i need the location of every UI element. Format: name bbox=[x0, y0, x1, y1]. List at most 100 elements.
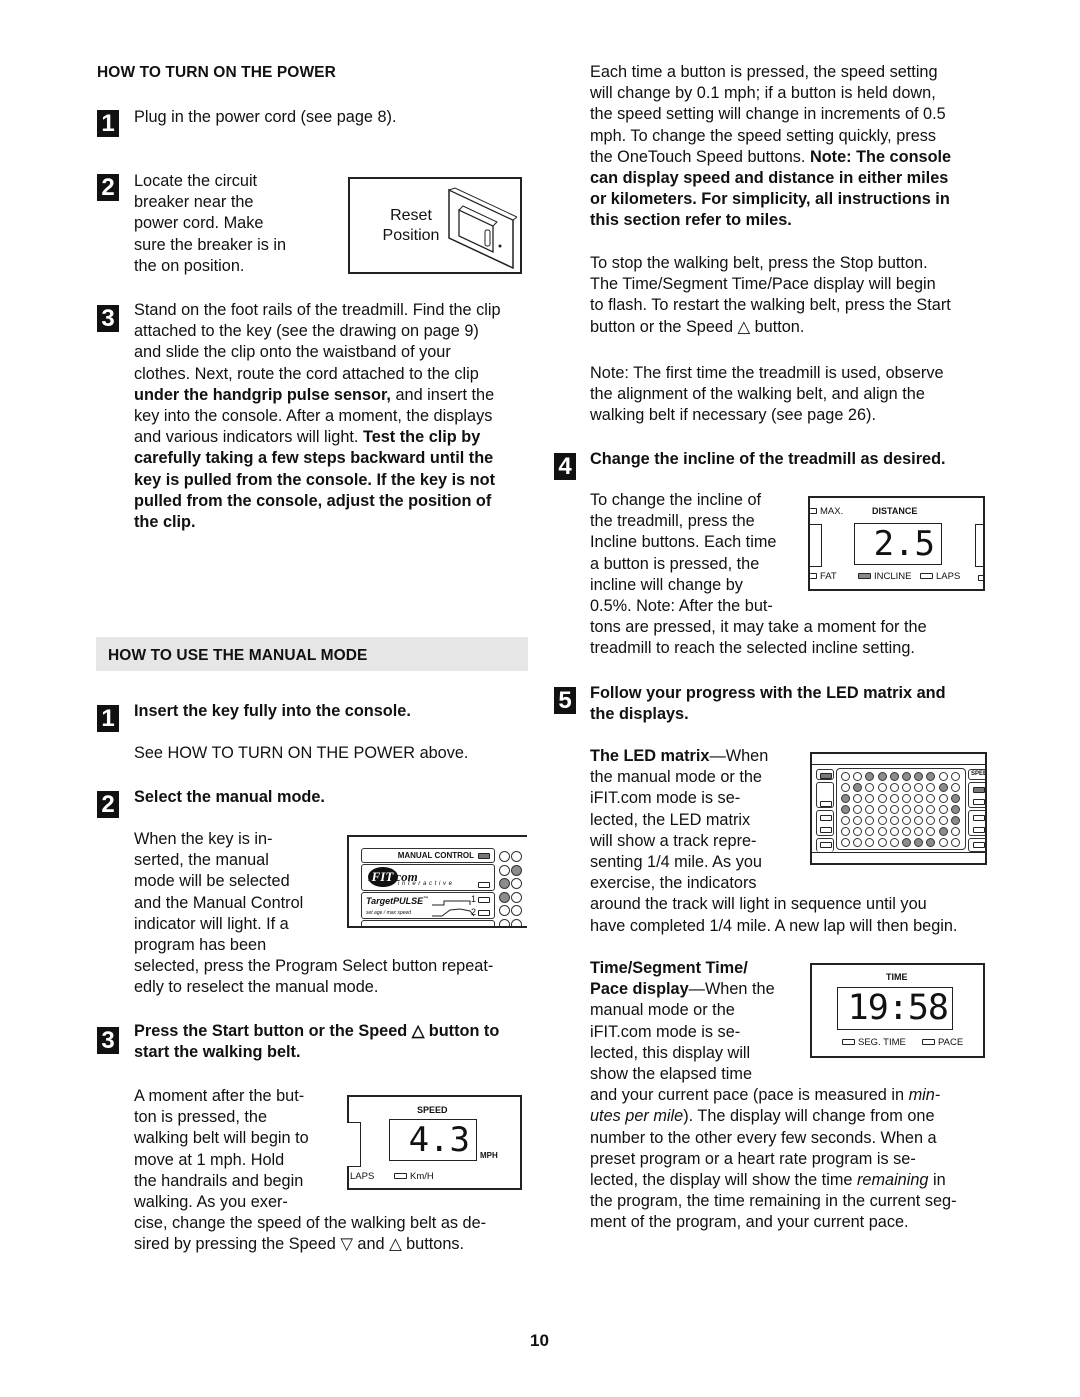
led-dot bbox=[841, 783, 850, 792]
text-line: show the elapsed time bbox=[590, 1065, 753, 1084]
text-line: the clip. bbox=[134, 513, 196, 532]
led-dot bbox=[853, 827, 863, 836]
led-dot bbox=[877, 838, 887, 847]
text: in bbox=[928, 1171, 946, 1190]
fat-label: FAT bbox=[810, 571, 837, 582]
led-dot bbox=[889, 827, 899, 836]
led-dot bbox=[841, 827, 850, 836]
indicator bbox=[973, 827, 985, 833]
text-line: Locate the circuit bbox=[134, 172, 258, 190]
targetpulse-text: TargetPULSE bbox=[366, 896, 424, 906]
text-line: To stop the walking belt, press the Stop… bbox=[590, 254, 928, 272]
led-dot bbox=[865, 827, 875, 836]
text-line: selected, press the Program Select butto… bbox=[134, 957, 494, 976]
text-line: cise, change the speed of the walking be… bbox=[134, 1214, 487, 1233]
speed-value: 4.3 bbox=[408, 1120, 470, 1160]
led-dot bbox=[499, 891, 510, 903]
targetpulse-panel: TargetPULSE™ set age / max speed 1 2 bbox=[361, 892, 495, 919]
led-dot bbox=[914, 838, 924, 847]
pace-indicator bbox=[922, 1039, 935, 1046]
laps-text: LAPS bbox=[936, 571, 961, 582]
reset-position-figure: Reset Position bbox=[348, 177, 522, 274]
note-paragraph: Note: The first time the treadmill is us… bbox=[590, 363, 944, 427]
time-title: TIME bbox=[886, 972, 908, 982]
text-line: sure the breaker is in bbox=[134, 235, 287, 254]
indicator bbox=[820, 827, 832, 833]
text-line: button or the Speed △ button. bbox=[590, 317, 805, 336]
right-button bbox=[968, 782, 985, 808]
led-dot bbox=[853, 816, 863, 825]
text-line: Note: The first time the treadmill is us… bbox=[590, 364, 944, 382]
led-dot bbox=[889, 772, 899, 781]
fat-indicator bbox=[810, 573, 817, 580]
led-dot bbox=[865, 816, 875, 825]
text-line: key into the console. After a moment, th… bbox=[134, 407, 493, 426]
led-dot bbox=[926, 783, 936, 792]
manual-step1-title: Insert the key fully into the console. bbox=[134, 702, 411, 720]
bold-text: under the handgrip pulse sensor, bbox=[134, 385, 391, 404]
text-line: this section refer to miles. bbox=[590, 211, 792, 230]
indicator bbox=[973, 815, 985, 821]
led-dot bbox=[926, 805, 936, 814]
led-dot bbox=[902, 838, 911, 847]
text-line: have completed 1/4 mile. A new lap will … bbox=[590, 916, 958, 935]
fat-text: FAT bbox=[820, 571, 837, 582]
distance-lcd: 2.5 bbox=[854, 523, 942, 565]
led-dot bbox=[865, 805, 875, 814]
right-window bbox=[975, 524, 983, 567]
incline-indicator bbox=[858, 573, 871, 580]
text: the OneTouch Speed buttons. bbox=[590, 147, 810, 166]
text-line: and your current pace (pace is measured … bbox=[590, 1085, 957, 1106]
pace-label: PACE bbox=[922, 1037, 963, 1048]
led-dot bbox=[914, 827, 924, 836]
text-line: carefully taking a few steps backward un… bbox=[134, 449, 494, 468]
led-dot bbox=[853, 838, 863, 847]
ifit-indicator bbox=[478, 882, 490, 888]
led-dot bbox=[950, 805, 960, 814]
bold-text: Note: The console bbox=[809, 147, 952, 166]
power-heading: HOW TO TURN ON THE POWER bbox=[97, 64, 336, 81]
kmh-indicator bbox=[394, 1173, 407, 1180]
bold-text: Pace display bbox=[590, 980, 689, 999]
text-line: exercise, the indicators bbox=[590, 874, 757, 893]
manual-control-panel: MANUAL CONTROL bbox=[361, 848, 495, 863]
text-line: power cord. Make bbox=[134, 214, 264, 233]
led-dot bbox=[950, 827, 960, 836]
text-line: the program, the time remaining in the c… bbox=[590, 1192, 957, 1211]
step-number: 1 bbox=[97, 110, 119, 137]
speed-display-figure: SPEED 4.3 MPH LAPS Km/H bbox=[347, 1095, 522, 1190]
text: and various indicators will light. bbox=[134, 428, 363, 447]
led-dot bbox=[877, 805, 887, 814]
step-number: 1 bbox=[97, 705, 119, 732]
led-dot bbox=[865, 838, 875, 847]
time-value: 19:58 bbox=[847, 988, 949, 1028]
time-lcd: 19:58 bbox=[837, 987, 953, 1030]
led-dot bbox=[877, 772, 887, 781]
ifit-fit: FIT bbox=[371, 869, 393, 884]
laps-indicator bbox=[920, 573, 933, 580]
text-line: treadmill to reach the selected incline … bbox=[590, 639, 915, 658]
led-dot bbox=[841, 838, 850, 847]
interactive-label: i n t e r a c t i v e bbox=[398, 881, 453, 887]
led-dot bbox=[499, 905, 510, 916]
speed-lcd: 4.3 bbox=[389, 1119, 477, 1161]
left-button bbox=[816, 782, 834, 808]
right-button bbox=[968, 810, 985, 836]
speed-title: SPEED bbox=[417, 1105, 448, 1115]
text-line: walking belt if necessary (see page 26). bbox=[590, 406, 876, 425]
led-dot bbox=[938, 805, 948, 814]
led-dot bbox=[914, 794, 924, 803]
led-dot bbox=[841, 816, 850, 825]
led-dot bbox=[950, 772, 960, 781]
led-dot bbox=[511, 905, 522, 916]
text-line: around the track will light in sequence … bbox=[590, 895, 927, 914]
text-line: the on position. bbox=[134, 256, 245, 275]
led-dot bbox=[877, 827, 887, 836]
led-dot bbox=[511, 891, 522, 903]
text-line: key is pulled from the console. If the k… bbox=[134, 470, 495, 489]
manual-heading: HOW TO USE THE MANUAL MODE bbox=[108, 647, 368, 664]
left-button bbox=[816, 810, 834, 836]
time-display-figure: TIME 19:58 SEG. TIME PACE bbox=[810, 963, 985, 1058]
text-line: sired by pressing the Speed ▽ and △ butt… bbox=[134, 1235, 465, 1254]
led-dot bbox=[889, 794, 899, 803]
